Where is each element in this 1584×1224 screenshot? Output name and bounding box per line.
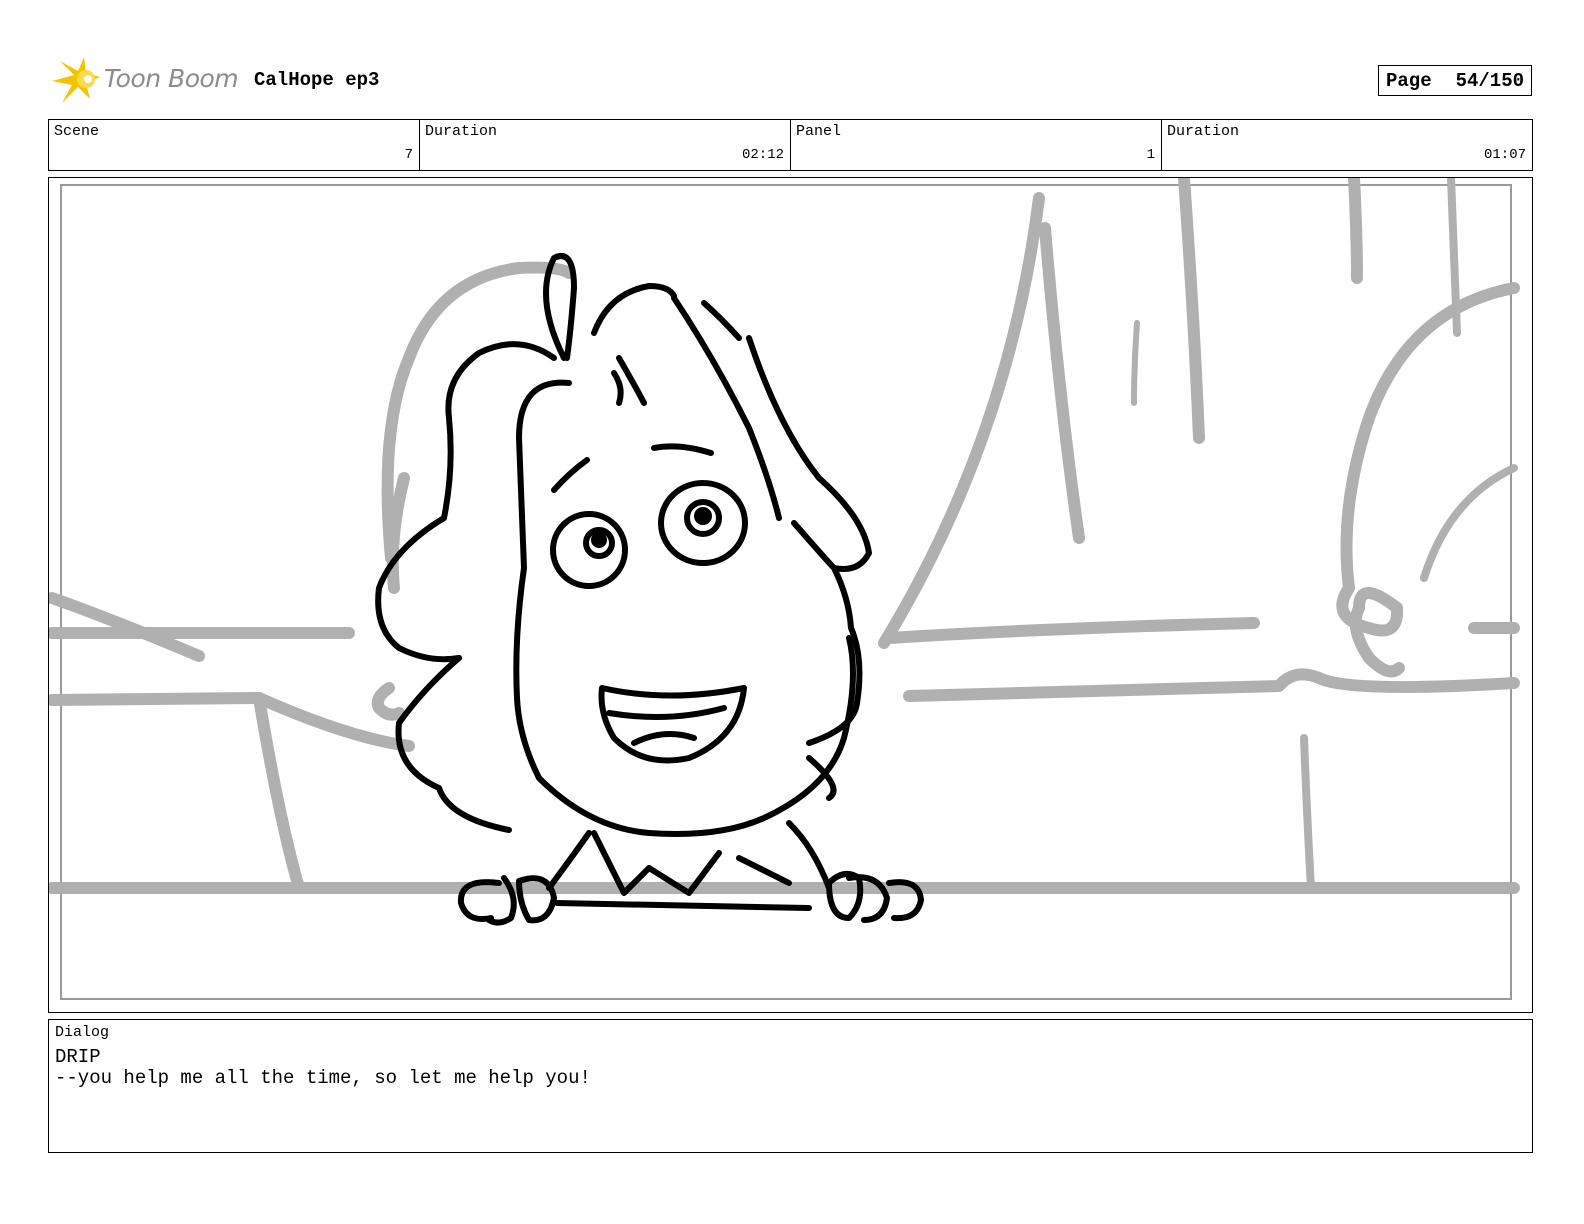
panel-label: Panel (796, 123, 842, 140)
scene-duration-cell: Duration 02:12 (420, 120, 791, 170)
toon-boom-logo: Toon Boom (50, 55, 240, 107)
dialog-box: Dialog DRIP --you help me all the time, … (48, 1019, 1533, 1153)
page-label: Page (1385, 69, 1432, 92)
panel-cell: Panel 1 (791, 120, 1162, 170)
panel-duration-label: Duration (1167, 123, 1240, 140)
scene-label: Scene (54, 123, 100, 140)
scene-value: 7 (404, 147, 413, 163)
dialog-label: Dialog (55, 1024, 110, 1041)
panel-duration-cell: Duration 01:07 (1162, 120, 1532, 170)
page-indicator: Page 54/150 (1378, 65, 1532, 96)
storyboard-panel (48, 177, 1533, 1013)
scene-duration-value: 02:12 (741, 147, 784, 163)
dialog-content: DRIP --you help me all the time, so let … (55, 1047, 591, 1089)
scene-duration-label: Duration (425, 123, 498, 140)
page-number: 54/150 (1455, 69, 1525, 92)
star-burst-icon (52, 57, 100, 103)
dialog-character: DRIP (55, 1046, 101, 1068)
project-title: CalHope ep3 (254, 69, 380, 91)
panel-sketch (49, 178, 1520, 1000)
dialog-line: --you help me all the time, so let me he… (55, 1067, 591, 1089)
logo-text: Toon Boom (104, 64, 239, 93)
scene-cell: Scene 7 (49, 120, 420, 170)
panel-info-row: Scene 7 Duration 02:12 Panel 1 Duration … (48, 119, 1533, 171)
background-sketch (49, 178, 1520, 894)
panel-value: 1 (1146, 147, 1155, 163)
panel-duration-value: 01:07 (1483, 147, 1526, 163)
character-sketch (375, 253, 924, 926)
safe-frame (60, 184, 1512, 1000)
